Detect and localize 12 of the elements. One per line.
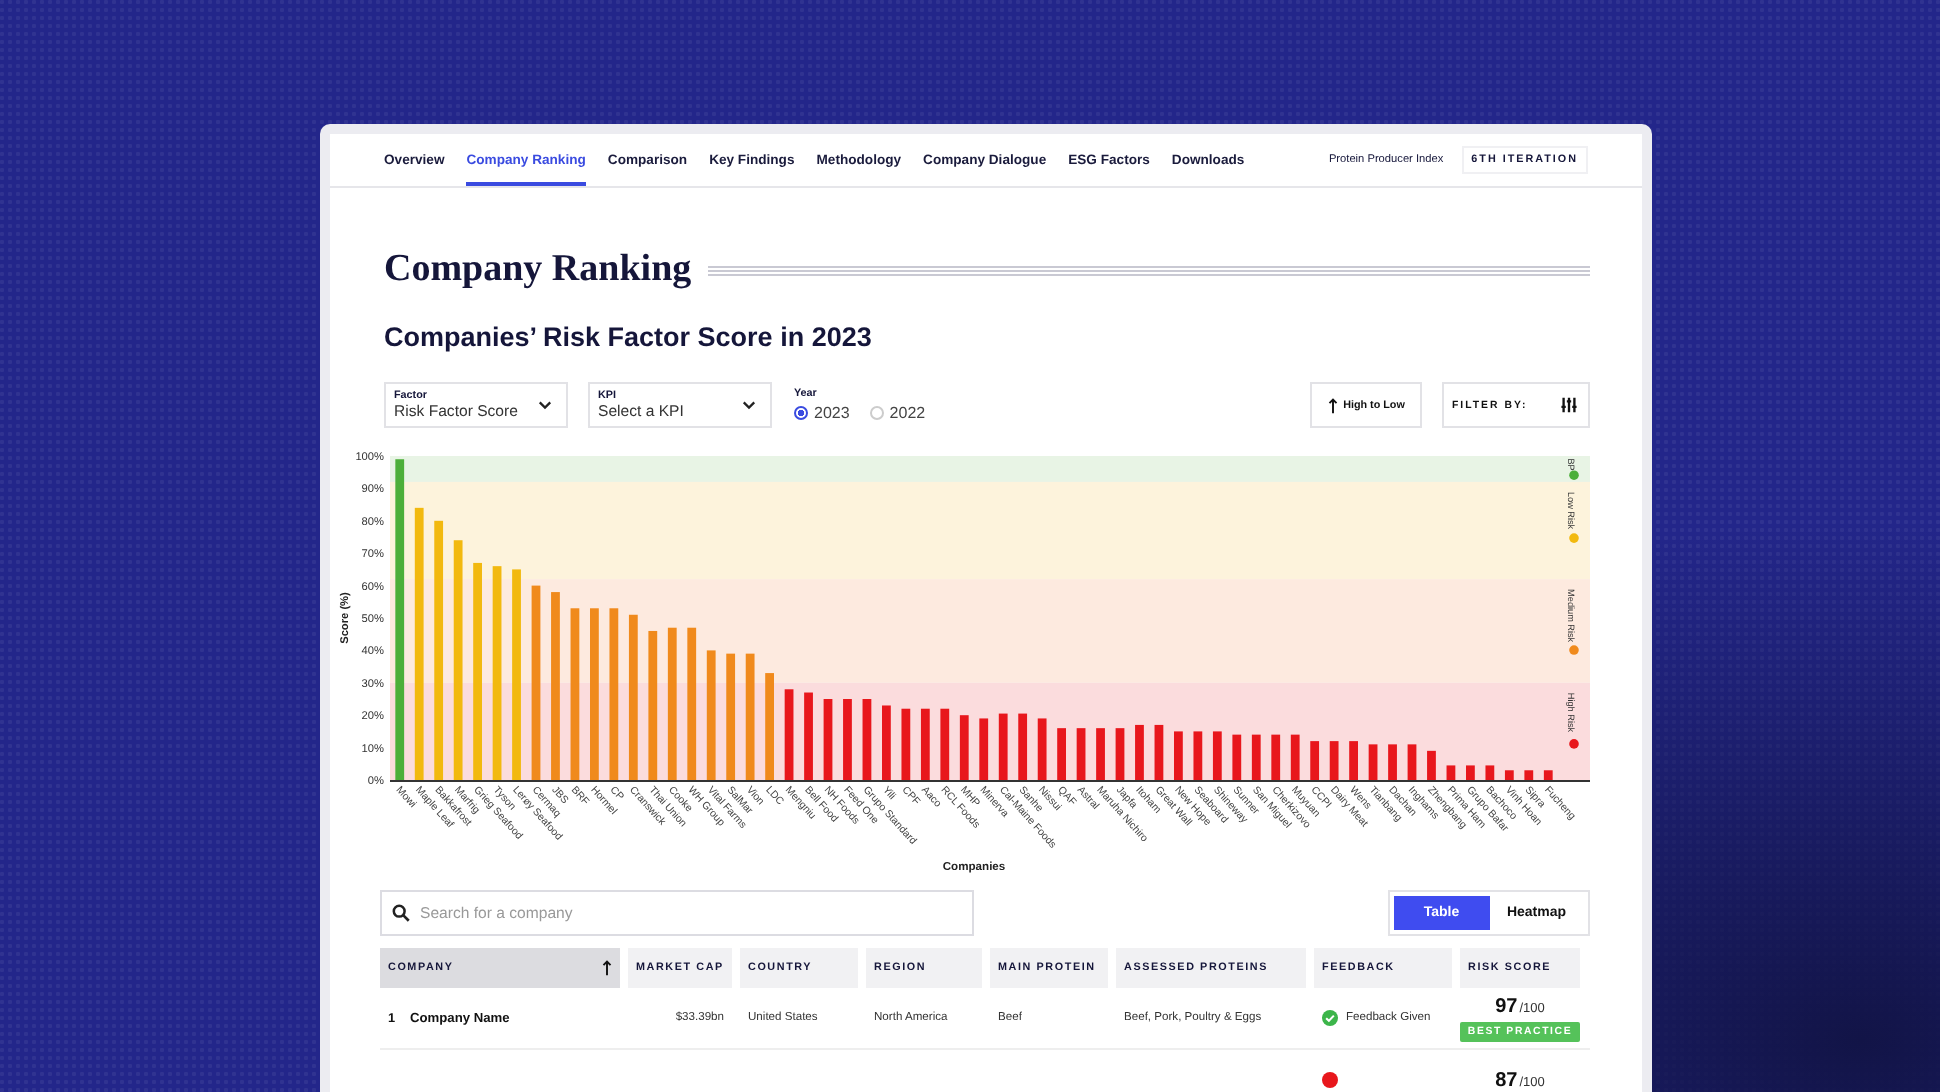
risk-score: 97 (1495, 995, 1518, 1017)
arrow-up-icon (1327, 397, 1338, 413)
chevron-icon (742, 400, 756, 410)
sort-arrow-icon (602, 960, 612, 976)
risk-score: 87 (1495, 1069, 1518, 1091)
chart-title: Companies’ Risk Factor Score in 2023 (384, 322, 874, 356)
search-icon (392, 904, 410, 922)
page-title: Company Ranking (384, 248, 692, 292)
sliders-icon (1560, 396, 1578, 414)
chevron-icon (538, 400, 552, 410)
year-radio[interactable]: 2023 (794, 404, 850, 422)
year-radio[interactable]: 2022 (869, 404, 926, 422)
